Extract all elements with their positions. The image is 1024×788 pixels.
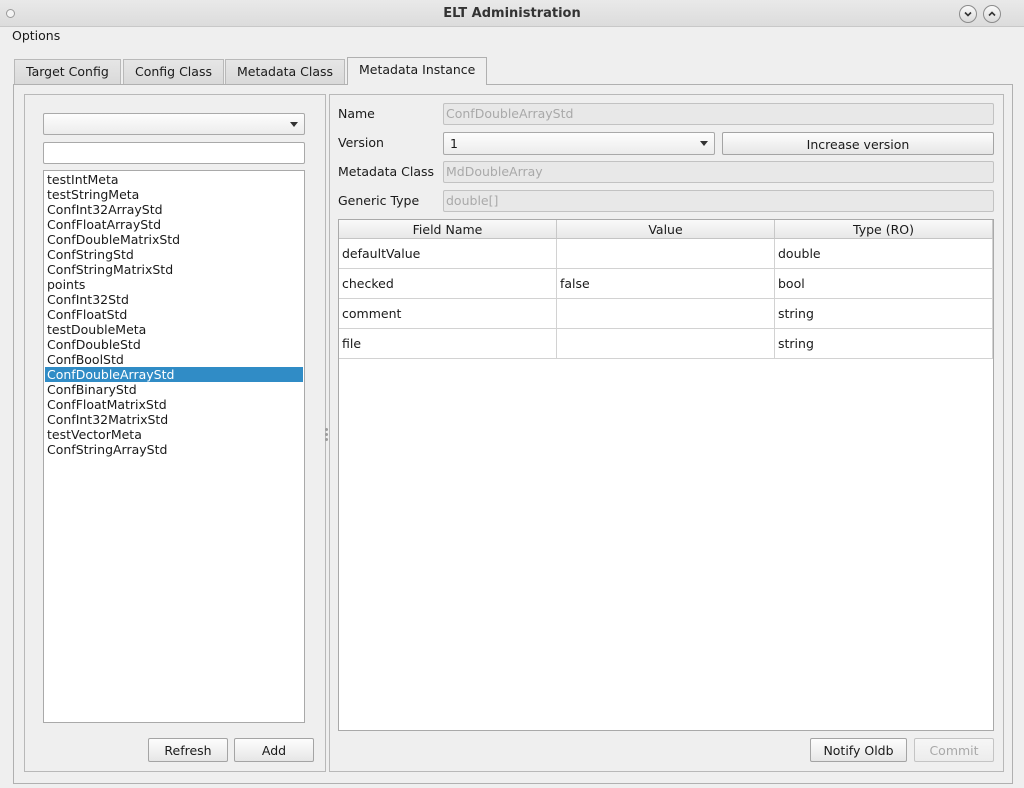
tab-metadata-class[interactable]: Metadata Class (225, 59, 346, 84)
chevron-down-icon (700, 141, 708, 146)
minimize-button[interactable] (959, 5, 977, 23)
increase-version-button[interactable]: Increase version (722, 132, 994, 155)
list-item[interactable]: ConfStringStd (45, 247, 303, 262)
type-cell: bool (775, 269, 993, 299)
class-filter-combo[interactable] (43, 113, 305, 135)
tab-config-class[interactable]: Config Class (123, 59, 224, 84)
splitter-handle[interactable] (325, 433, 328, 436)
column-header-field-name[interactable]: Field Name (339, 220, 557, 239)
list-item[interactable]: ConfStringArrayStd (45, 442, 303, 457)
version-label: Version (338, 135, 384, 150)
version-combo[interactable]: 1 (443, 132, 715, 155)
search-input[interactable] (43, 142, 305, 164)
list-item[interactable]: testVectorMeta (45, 427, 303, 442)
list-item[interactable]: points (45, 277, 303, 292)
name-field: ConfDoubleArrayStd (443, 103, 994, 125)
type-cell: double (775, 239, 993, 269)
field-name-cell: file (339, 329, 557, 359)
list-item[interactable]: ConfStringMatrixStd (45, 262, 303, 277)
minimize-icon (964, 11, 972, 17)
version-value: 1 (450, 136, 458, 151)
list-item[interactable]: testStringMeta (45, 187, 303, 202)
column-header-type[interactable]: Type (RO) (775, 220, 993, 239)
generic-type-label: Generic Type (338, 193, 420, 208)
list-item[interactable]: testIntMeta (45, 172, 303, 187)
value-cell[interactable] (557, 329, 775, 359)
instance-list[interactable]: testIntMeta testStringMeta ConfInt32ArrayS… (43, 170, 305, 723)
value-cell[interactable] (557, 299, 775, 329)
chevron-down-icon (290, 122, 298, 127)
name-label: Name (338, 106, 375, 121)
list-item[interactable]: ConfFloatStd (45, 307, 303, 322)
tab-metadata-instance[interactable]: Metadata Instance (347, 57, 488, 85)
maximize-icon (988, 11, 996, 17)
window-menu-icon[interactable] (6, 9, 15, 18)
window-title: ELT Administration (443, 6, 581, 21)
refresh-button[interactable]: Refresh (148, 738, 228, 762)
list-item[interactable]: ConfDoubleMatrixStd (45, 232, 303, 247)
field-name-cell: defaultValue (339, 239, 557, 269)
metadata-class-label: Metadata Class (338, 164, 435, 179)
splitter-handle[interactable] (325, 438, 328, 441)
column-header-value[interactable]: Value (557, 220, 775, 239)
tab-target-config[interactable]: Target Config (14, 59, 121, 84)
list-item[interactable]: ConfBinaryStd (45, 382, 303, 397)
menu-options[interactable]: Options (12, 28, 60, 44)
value-cell[interactable] (557, 239, 775, 269)
field-name-cell: comment (339, 299, 557, 329)
add-button[interactable]: Add (234, 738, 314, 762)
commit-button[interactable]: Commit (914, 738, 994, 762)
list-item[interactable]: testDoubleMeta (45, 322, 303, 337)
list-item[interactable]: ConfDoubleArrayStd (45, 367, 303, 382)
metadata-class-field: MdDoubleArray (443, 161, 994, 183)
list-item[interactable]: ConfInt32MatrixStd (45, 412, 303, 427)
menu-bar (0, 27, 1024, 46)
list-item[interactable]: ConfInt32ArrayStd (45, 202, 303, 217)
field-name-cell: checked (339, 269, 557, 299)
maximize-button[interactable] (983, 5, 1001, 23)
list-item[interactable]: ConfFloatArrayStd (45, 217, 303, 232)
list-item[interactable]: ConfInt32Std (45, 292, 303, 307)
list-item[interactable]: ConfFloatMatrixStd (45, 397, 303, 412)
list-item[interactable]: ConfBoolStd (45, 352, 303, 367)
splitter-handle[interactable] (325, 428, 328, 431)
value-cell[interactable]: false (557, 269, 775, 299)
generic-type-field: double[] (443, 190, 994, 212)
field-table: Field Name Value Type (RO) defaultValue d… (338, 219, 994, 731)
type-cell: string (775, 299, 993, 329)
list-item[interactable]: ConfDoubleStd (45, 337, 303, 352)
notify-oldb-button[interactable]: Notify Oldb (810, 738, 907, 762)
type-cell: string (775, 329, 993, 359)
